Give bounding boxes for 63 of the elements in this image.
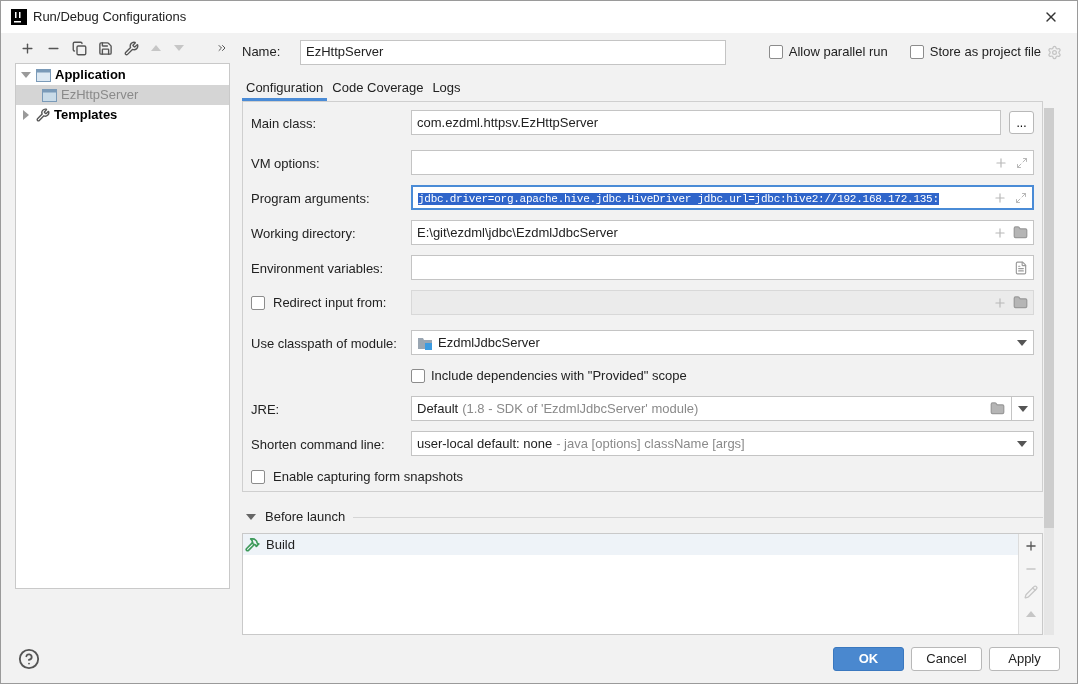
wrench-icon[interactable] <box>124 40 139 56</box>
tree-label: Templates <box>54 106 118 125</box>
window-title: Run/Debug Configurations <box>33 8 187 27</box>
field-label: Working directory: <box>251 225 356 241</box>
field-label: Include dependencies with "Provided" scope <box>431 366 687 385</box>
app-logo-icon <box>11 9 27 25</box>
settings-icon[interactable] <box>1047 44 1062 60</box>
tab[interactable]: Code Coverage <box>328 77 428 101</box>
option-label: Allow parallel run <box>788 43 888 62</box>
more-icon[interactable] <box>216 42 228 54</box>
expand-icon[interactable] <box>1016 156 1028 169</box>
checkbox[interactable] <box>909 45 924 59</box>
tree-item[interactable]: Application <box>16 65 229 85</box>
tab[interactable]: Configuration <box>242 77 328 101</box>
window-icon <box>36 68 51 82</box>
text-field[interactable]: jdbc.driver=org.apache.hive.jdbc.HiveDriver jdbc.url=jdbc:hive2://192.168.172.135: <box>411 185 1034 210</box>
add-icon[interactable] <box>1023 539 1038 553</box>
field-label: JRE: <box>251 401 280 417</box>
help-icon[interactable] <box>18 648 40 670</box>
field-label: Use classpath of module: <box>251 335 397 351</box>
window-icon <box>42 88 57 102</box>
field-label: Main class: <box>251 115 317 131</box>
option-label: Store as project file <box>929 43 1041 62</box>
tree-label: EzHttpServer <box>61 86 139 105</box>
field-label: Environment variables: <box>251 260 384 276</box>
field-label: Enable capturing form snapshots <box>273 467 464 486</box>
name-field[interactable]: EzHttpServer <box>300 39 726 65</box>
folder-icon[interactable] <box>990 401 1005 416</box>
text-field[interactable]: com.ezdml.httpsv.EzHttpServer <box>411 110 1001 135</box>
folder-icon[interactable] <box>1013 225 1028 240</box>
tab[interactable]: Logs <box>428 77 465 101</box>
text-field[interactable] <box>411 150 1034 175</box>
field-label: Shorten command line: <box>251 436 385 452</box>
tree-item[interactable]: Templates <box>16 105 229 125</box>
browse-button[interactable]: ... <box>1009 111 1034 134</box>
copy-icon[interactable] <box>72 40 87 56</box>
save-icon[interactable] <box>98 40 113 56</box>
scrollbar-thumb[interactable] <box>1044 108 1054 528</box>
name-label: Name: <box>242 43 282 62</box>
add-icon[interactable] <box>20 40 35 56</box>
checkbox[interactable] <box>251 469 265 484</box>
module-icon <box>417 335 433 350</box>
tree-label: Application <box>55 66 126 85</box>
task-item[interactable]: Build <box>243 534 1018 555</box>
dropdown[interactable]: user-local default: none - java [options] className [args] <box>411 431 1034 456</box>
dropdown[interactable]: EzdmlJdbcServer <box>411 330 1034 355</box>
field-label: Redirect input from: <box>273 293 387 312</box>
dialog-button[interactable]: Cancel <box>911 647 982 671</box>
wrench-icon <box>36 108 50 122</box>
dropdown[interactable]: Default (1.8 - SDK of 'EzdmlJdbcServer' module) <box>411 396 1034 421</box>
expand-icon[interactable] <box>1015 191 1027 204</box>
text-field[interactable]: E:\git\ezdml\jdbc\EzdmlJdbcServer <box>411 220 1034 245</box>
dialog-button[interactable]: Apply <box>989 647 1060 671</box>
field-label: VM options: <box>251 155 320 171</box>
ok-button[interactable]: OK <box>833 647 904 671</box>
document-icon[interactable] <box>1014 260 1028 275</box>
task-label: Build <box>266 535 295 554</box>
checkbox[interactable] <box>768 45 783 59</box>
hammer-icon <box>245 537 260 552</box>
field-label: Program arguments: <box>251 190 370 206</box>
section-title: Before launch <box>265 508 346 527</box>
text-field[interactable] <box>411 255 1034 280</box>
checkbox[interactable] <box>411 368 425 383</box>
